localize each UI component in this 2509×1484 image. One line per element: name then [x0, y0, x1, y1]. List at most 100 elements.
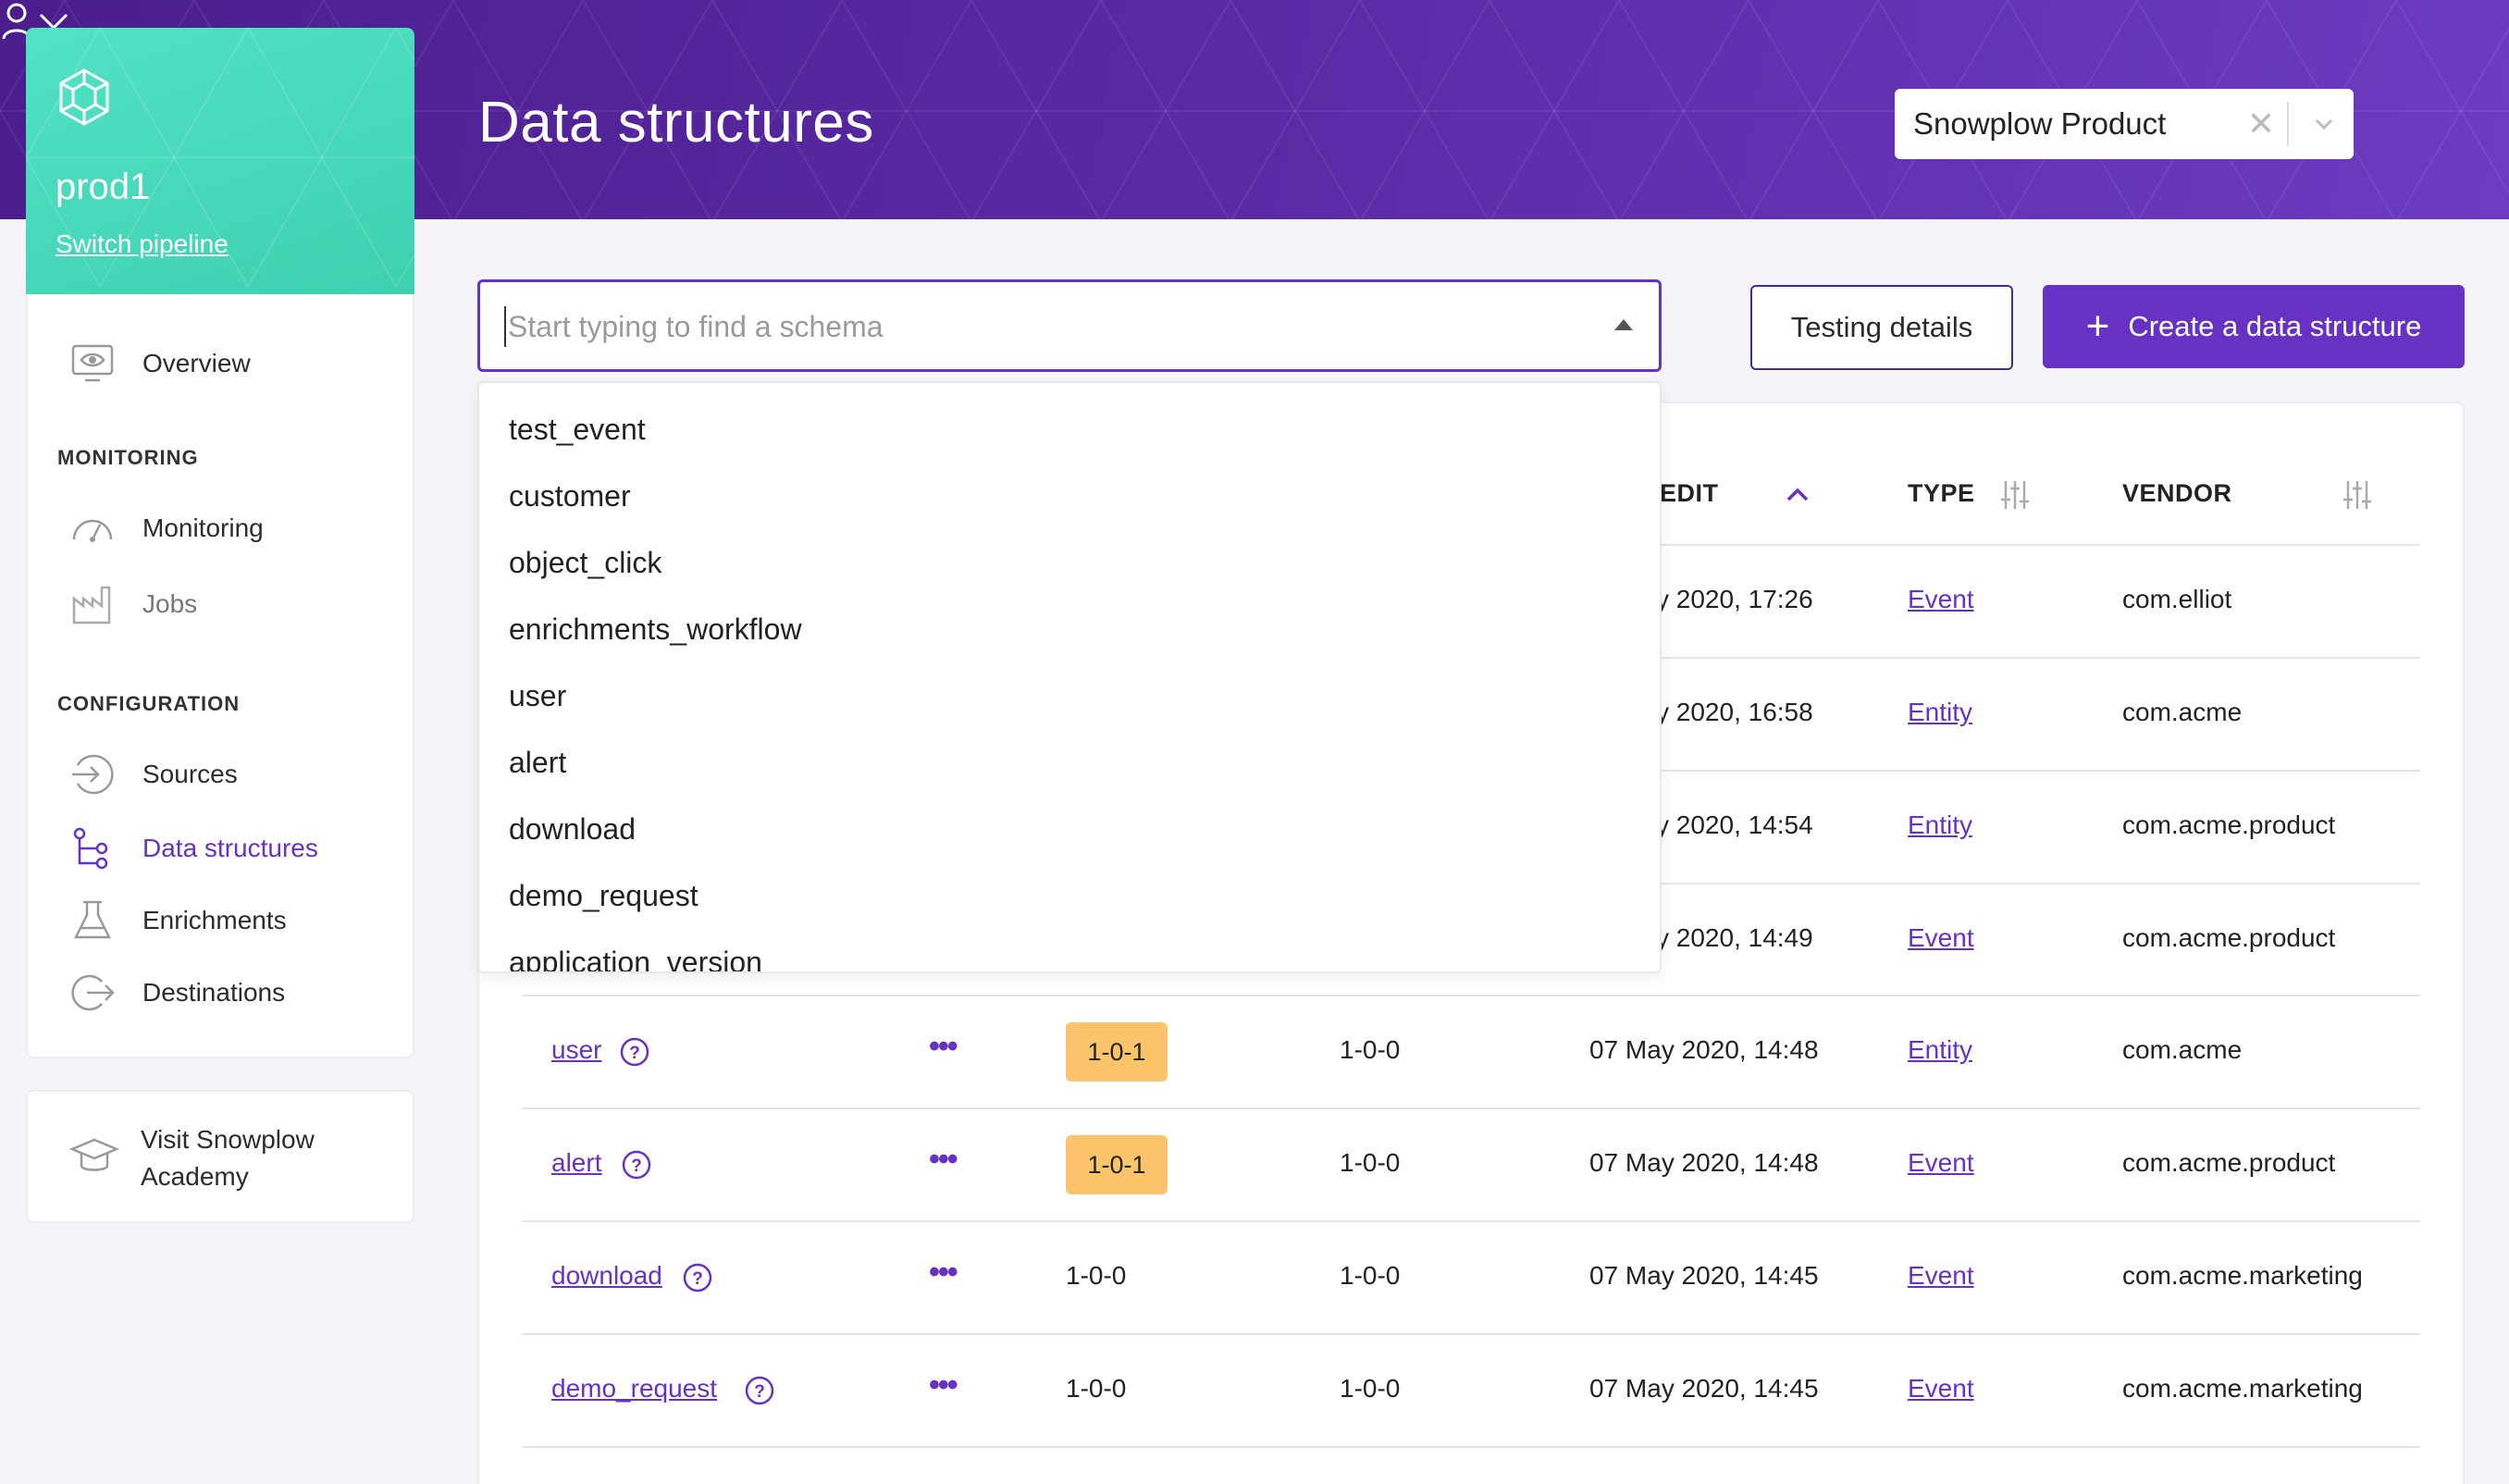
testing-details-button[interactable]: Testing details [1750, 285, 2013, 370]
table-divider [522, 1446, 2420, 1448]
sidebar-item-sources[interactable]: Sources [28, 744, 414, 805]
more-dots-icon[interactable]: ••• [929, 1029, 958, 1065]
svg-text:?: ? [754, 1382, 765, 1402]
sidebar-item-label: Overview [142, 349, 251, 377]
row-last-edit: y 2020, 14:54 [1656, 810, 1813, 839]
more-dots-icon[interactable]: ••• [929, 1142, 958, 1178]
gauge-icon [72, 519, 113, 542]
select-separator [2287, 102, 2289, 146]
version-badge: 1-0-1 [1066, 1135, 1168, 1194]
page-title: Data structures [478, 91, 874, 155]
row-type-link[interactable]: Entity [1908, 1035, 1972, 1065]
row-type-link[interactable]: Event [1908, 585, 1974, 614]
sidebar-item-label: Destinations [142, 978, 286, 1007]
row-last-edit: 07 May 2020, 14:48 [1589, 1035, 1819, 1064]
dropdown-option[interactable]: customer [509, 479, 631, 513]
schema-search-combobox[interactable] [477, 279, 1662, 372]
sidebar-item-monitoring[interactable]: Monitoring [28, 498, 414, 559]
sidebar-item-label: Monitoring [142, 513, 264, 542]
row-vendor: com.acme.product [2122, 810, 2336, 839]
dropdown-option[interactable]: application_version [509, 946, 762, 971]
deployed-version: 1-0-0 [1340, 1035, 1401, 1064]
table-divider [522, 995, 2420, 996]
chevron-down-icon[interactable] [2305, 105, 2342, 142]
deployed-version: 1-0-0 [1340, 1374, 1401, 1403]
sidebar-item-label: Data structures [142, 834, 318, 862]
sidebar-item-enrichments[interactable]: Enrichments [28, 890, 414, 951]
graduation-cap-icon [68, 1138, 120, 1171]
caret-up-icon[interactable] [1614, 319, 1633, 330]
monitor-eye-icon [71, 344, 114, 382]
table-divider [522, 1333, 2420, 1335]
academy-link-label: Visit Snowplow Academy [141, 1125, 315, 1191]
row-type-link[interactable]: Event [1908, 1261, 1974, 1291]
sidebar-item-jobs[interactable]: Jobs [28, 574, 414, 635]
version-badge: 1-0-1 [1066, 1022, 1168, 1082]
source-arrow-icon [72, 754, 114, 795]
close-icon[interactable]: ✕ [2243, 105, 2280, 142]
dropdown-option[interactable]: alert [509, 746, 566, 780]
dropdown-option[interactable]: demo_request [509, 879, 698, 913]
configuration-section-heading: CONFIGURATION [57, 692, 241, 715]
question-circle-icon[interactable]: ? [619, 1036, 650, 1068]
academy-link-card[interactable]: Visit Snowplow Academy [26, 1090, 414, 1223]
row-type-link[interactable]: Event [1908, 1148, 1974, 1178]
row-type-link[interactable]: Entity [1908, 698, 1972, 727]
tree-structure-icon [73, 827, 108, 870]
monitoring-section-heading: MONITORING [57, 446, 199, 469]
row-type-link[interactable]: Event [1908, 1374, 1974, 1404]
more-dots-icon[interactable]: ••• [929, 1255, 958, 1291]
sliders-icon[interactable] [2342, 479, 2372, 511]
table-divider [522, 1220, 2420, 1222]
schema-search-input[interactable] [504, 306, 1559, 347]
organization-select-value: Snowplow Product [1913, 106, 2167, 141]
row-vendor: com.acme.marketing [2122, 1261, 2363, 1290]
row-vendor: com.acme.product [2122, 923, 2336, 952]
question-circle-icon[interactable]: ? [682, 1262, 713, 1293]
sliders-icon[interactable] [2000, 479, 2030, 511]
row-type-link[interactable]: Entity [1908, 810, 1972, 840]
chevron-up-icon[interactable] [1784, 483, 1811, 505]
question-circle-icon[interactable]: ? [744, 1375, 775, 1406]
schema-name-link[interactable]: user [551, 1035, 601, 1065]
schema-name-link[interactable]: alert [551, 1148, 601, 1178]
sidebar-item-data-structures[interactable]: Data structures [28, 818, 414, 879]
question-circle-icon[interactable]: ? [621, 1149, 652, 1181]
row-last-edit: 07 May 2020, 14:45 [1589, 1261, 1819, 1290]
row-last-edit: 07 May 2020, 14:48 [1589, 1148, 1819, 1177]
destination-arrow-icon [71, 974, 115, 1011]
dropdown-option[interactable]: test_event [509, 413, 646, 447]
column-header-vendor[interactable]: VENDOR [2122, 479, 2232, 508]
dropdown-option[interactable]: object_click [509, 546, 661, 580]
svg-text:?: ? [631, 1156, 642, 1176]
switch-pipeline-link[interactable]: Switch pipeline [56, 229, 229, 259]
more-dots-icon[interactable]: ••• [929, 1367, 958, 1404]
sidebar-item-overview[interactable]: Overview [28, 333, 414, 394]
create-data-structure-label: Create a data structure [2128, 310, 2422, 342]
row-vendor: com.acme [2122, 698, 2243, 726]
table-divider [522, 1107, 2420, 1109]
column-header-type[interactable]: TYPE [1908, 479, 1975, 508]
sidebar-item-label: Enrichments [142, 906, 287, 934]
svg-text:?: ? [692, 1269, 703, 1289]
column-header-last-edit[interactable]: EDIT [1660, 479, 1719, 508]
create-data-structure-button[interactable]: + Create a data structure [2043, 285, 2465, 368]
row-type-link[interactable]: Event [1908, 923, 1974, 953]
schema-name-link[interactable]: demo_request [551, 1374, 717, 1404]
schema-suggestions-dropdown: test_event customer object_click enrichm… [477, 381, 1662, 973]
schema-name-link[interactable]: download [551, 1261, 662, 1291]
sidebar-item-destinations[interactable]: Destinations [28, 962, 414, 1023]
row-vendor: com.acme.marketing [2122, 1374, 2363, 1403]
sidebar-item-label: Jobs [142, 589, 198, 618]
dropdown-option[interactable]: enrichments_workflow [509, 612, 802, 647]
row-vendor: com.acme [2122, 1035, 2243, 1064]
sidebar-item-label: Sources [142, 760, 238, 788]
dropdown-option[interactable]: user [509, 679, 566, 713]
version-text: 1-0-0 [1066, 1261, 1127, 1290]
row-vendor: com.acme.product [2122, 1148, 2336, 1177]
dropdown-option[interactable]: download [509, 812, 636, 847]
organization-select[interactable]: Snowplow Product ✕ [1895, 89, 2354, 159]
factory-icon [72, 586, 111, 625]
snowplow-logo-icon [59, 68, 109, 126]
pipeline-name: prod1 [56, 167, 151, 207]
